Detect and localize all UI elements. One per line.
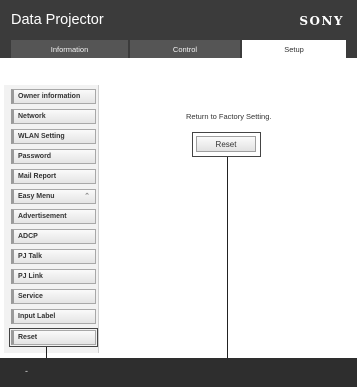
tab-information[interactable]: Information	[11, 40, 128, 58]
sidebar-item-mail-report[interactable]: Mail Report	[11, 169, 96, 184]
reset-description: Return to Factory Setting.	[186, 112, 272, 121]
sidebar-item-pj-link[interactable]: PJ Link	[11, 269, 96, 284]
sidebar-item-label: Easy Menu	[18, 193, 55, 200]
sidebar-item-password[interactable]: Password	[11, 149, 96, 164]
app-title: Data Projector	[11, 12, 104, 28]
reset-button-highlight: Reset	[192, 132, 261, 157]
sidebar-item-owner-information[interactable]: Owner information	[11, 89, 96, 104]
tab-setup[interactable]: Setup	[242, 40, 346, 58]
reset-button[interactable]: Reset	[196, 136, 256, 152]
sidebar-item-pj-talk[interactable]: PJ Talk	[11, 249, 96, 264]
sidebar-item-easy-menu[interactable]: Easy Menu ⌃	[11, 189, 96, 204]
brand-logo: SONY	[299, 14, 344, 28]
tab-control[interactable]: Control	[130, 40, 240, 58]
sidebar-item-advertisement[interactable]: Advertisement	[11, 209, 96, 224]
sidebar-item-wlan-setting[interactable]: WLAN Setting	[11, 129, 96, 144]
sidebar-item-adcp[interactable]: ADCP	[11, 229, 96, 244]
app-header: Data Projector SONY Information Control …	[0, 0, 357, 58]
sidebar: Owner information Network WLAN Setting P…	[4, 85, 99, 353]
footer-bar: -	[0, 358, 357, 387]
sidebar-item-network[interactable]: Network	[11, 109, 96, 124]
callout-line	[227, 157, 228, 387]
double-chevron-up-icon: ⌃	[84, 193, 90, 200]
sidebar-item-reset[interactable]: Reset	[9, 328, 98, 347]
sidebar-item-input-label[interactable]: Input Label	[11, 309, 96, 324]
footer-text: -	[25, 366, 28, 376]
sidebar-item-service[interactable]: Service	[11, 289, 96, 304]
